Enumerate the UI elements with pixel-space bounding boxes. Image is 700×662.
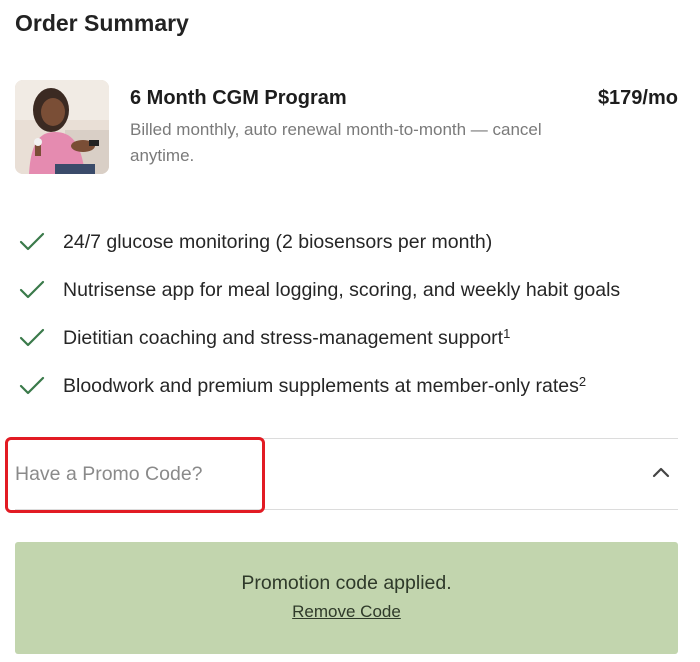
feature-text: Bloodwork and premium supplements at mem… xyxy=(63,374,587,397)
chevron-up-icon[interactable] xyxy=(652,466,670,478)
check-icon xyxy=(19,376,45,395)
product-summary: 6 Month CGM Program $179/mo Billed month… xyxy=(15,80,678,176)
promo-code-label[interactable]: Have a Promo Code? xyxy=(15,463,203,486)
product-name: 6 Month CGM Program xyxy=(130,87,347,109)
feature-list: 24/7 glucose monitoring (2 biosensors pe… xyxy=(18,218,678,410)
check-icon xyxy=(19,280,45,299)
remove-code-link[interactable]: Remove Code xyxy=(15,602,678,622)
feature-item: Bloodwork and premium supplements at mem… xyxy=(18,362,678,410)
feature-text: 24/7 glucose monitoring (2 biosensors pe… xyxy=(63,231,493,253)
feature-text: Dietitian coaching and stress-management… xyxy=(63,326,511,349)
feature-text: Nutrisense app for meal logging, scoring… xyxy=(63,279,621,301)
promo-code-toggle[interactable]: Have a Promo Code? xyxy=(15,438,678,510)
footnote-marker: 2 xyxy=(578,374,587,389)
page-title: Order Summary xyxy=(15,10,189,36)
product-photo-illustration xyxy=(15,80,109,174)
promo-applied-banner: Promotion code applied. Remove Code xyxy=(15,542,678,654)
feature-item: Nutrisense app for meal logging, scoring… xyxy=(18,266,678,314)
check-icon xyxy=(19,328,45,347)
product-image xyxy=(15,80,109,174)
feature-item: Dietitian coaching and stress-management… xyxy=(18,314,678,362)
feature-item: 24/7 glucose monitoring (2 biosensors pe… xyxy=(18,218,678,266)
promo-applied-message: Promotion code applied. xyxy=(241,572,452,594)
check-icon xyxy=(19,232,45,251)
remove-code-label[interactable]: Remove Code xyxy=(292,602,401,621)
product-description: Billed monthly, auto renewal month-to-mo… xyxy=(130,120,542,165)
footnote-marker: 1 xyxy=(503,326,511,341)
product-price: $179/mo xyxy=(597,87,678,109)
